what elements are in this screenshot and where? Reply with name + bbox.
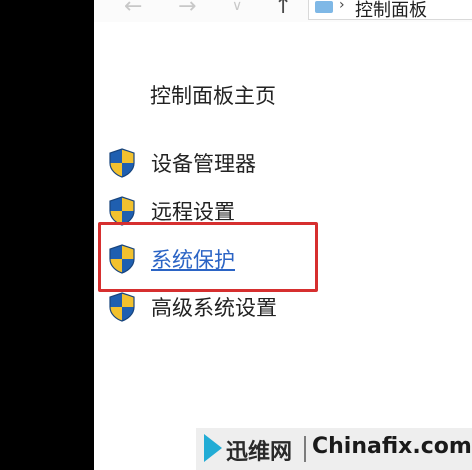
back-arrow-icon[interactable]: ← <box>124 0 142 19</box>
up-arrow-icon[interactable]: ↑ <box>274 0 292 19</box>
sidebar-item-advanced-system-settings[interactable]: 高级系统设置 <box>106 292 366 322</box>
watermark-site: Chinafix.com <box>312 434 472 459</box>
recent-locations-dropdown-icon[interactable]: ∨ <box>232 0 242 14</box>
uac-shield-icon <box>109 292 135 322</box>
uac-shield-icon <box>109 148 135 178</box>
breadcrumb-separator[interactable]: › <box>339 0 345 13</box>
watermark: 迅维网 Chinafix.com <box>196 428 472 470</box>
watermark-brand: 迅维网 <box>226 440 293 465</box>
sidebar-item-label: 设备管理器 <box>151 152 256 176</box>
watermark-logo-icon <box>204 434 222 462</box>
highlight-box <box>98 222 318 292</box>
watermark-divider <box>304 436 306 462</box>
control-panel-home-link[interactable]: 控制面板主页 <box>150 80 276 110</box>
sidebar-item-device-manager[interactable]: 设备管理器 <box>106 148 366 178</box>
system-window: ← → ∨ ↑ › 控制面板 控制面板主页 设备管理器 远程设置 系统保护 高级… <box>94 0 472 470</box>
breadcrumb-control-panel[interactable]: 控制面板 <box>355 0 427 22</box>
sidebar-item-label: 高级系统设置 <box>151 296 277 320</box>
address-bar[interactable]: › 控制面板 <box>308 0 472 22</box>
navigation-toolbar: ← → ∨ ↑ › 控制面板 <box>94 0 472 22</box>
control-panel-folder-icon <box>315 1 333 13</box>
forward-arrow-icon[interactable]: → <box>178 0 196 19</box>
